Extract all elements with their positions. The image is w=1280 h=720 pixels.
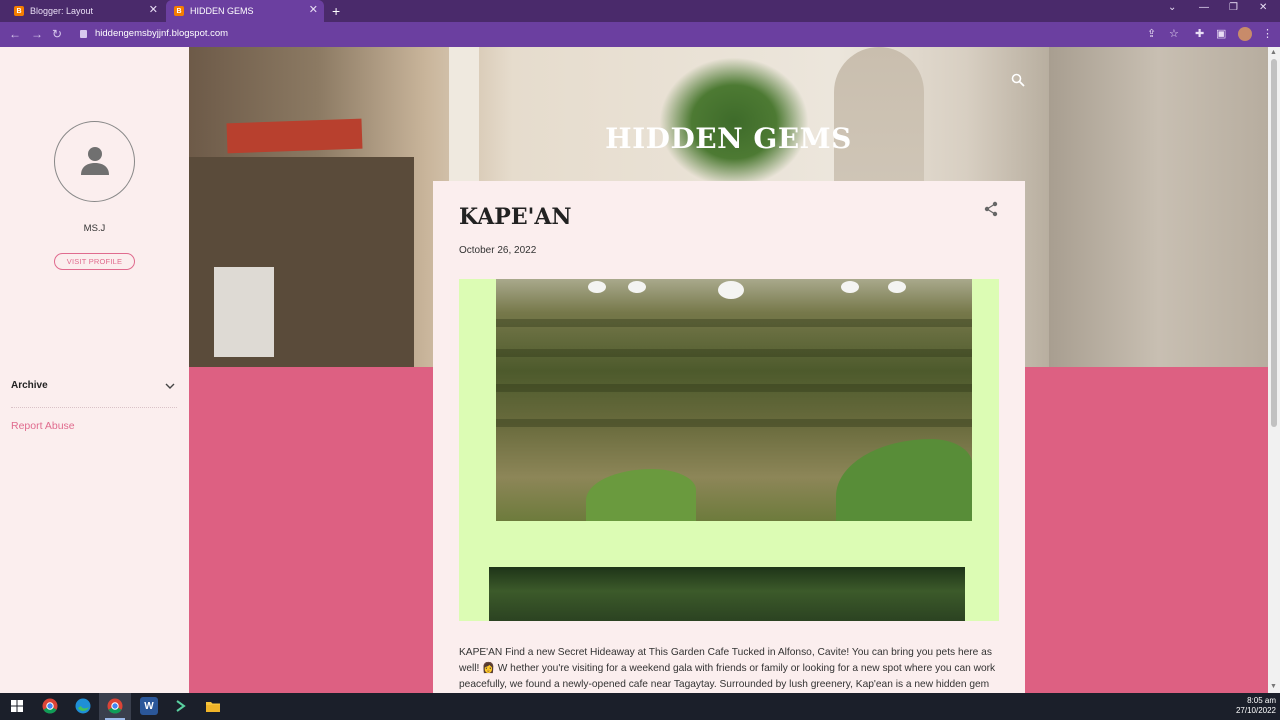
share-page-icon[interactable]: ⇪ [1147,27,1156,41]
lock-icon [80,29,87,38]
blog-title[interactable]: HIDDEN GEMS [189,122,1268,155]
address-bar[interactable]: hiddengemsbyjjnf.blogspot.com [80,28,228,39]
system-clock[interactable]: 8:05 am 27/10/2022 [1232,696,1276,716]
report-abuse-link[interactable]: Report Abuse [11,420,75,432]
extensions-icon[interactable]: ✚ [1195,27,1204,41]
clock-date: 27/10/2022 [1235,706,1276,715]
blog-page: MS.J VISIT PROFILE Archive Report Abuse … [0,47,1268,693]
chrome-profile-taskbar-button[interactable] [99,693,131,720]
tab-blogger-layout[interactable]: B Blogger: Layout ✕ [6,0,164,22]
windows-taskbar: W 8:05 am 27/10/2022 [0,693,1280,720]
profile-avatar[interactable] [54,121,135,202]
windows-start-icon[interactable] [8,697,26,715]
word-icon[interactable]: W [140,697,158,715]
close-window-button[interactable]: ✕ [1259,2,1267,13]
pond-photo [496,279,972,521]
tab-title: HIDDEN GEMS [190,6,254,16]
reload-icon[interactable]: ↻ [52,27,62,41]
scroll-down-arrow-icon[interactable]: ▼ [1270,683,1277,690]
blogger-icon: B [174,6,184,16]
share-icon[interactable] [984,201,998,217]
tab-search-icon[interactable]: ⌄ [1168,2,1176,13]
blog-post-card: KAPE'AN October 26, 2022 KAPE'AN Find a … [433,181,1025,693]
blog-sidebar: MS.J VISIT PROFILE Archive Report Abuse [0,47,189,693]
post-title[interactable]: KAPE'AN [459,204,572,230]
person-icon [81,147,109,175]
blogger-icon: B [14,6,24,16]
post-body-text: KAPE'AN Find a new Secret Hideaway at Th… [459,647,996,691]
chrome-icon [107,698,123,714]
post-image[interactable] [459,279,999,621]
edge-icon[interactable] [74,697,92,715]
tab-hidden-gems[interactable]: B HIDDEN GEMS ✕ [166,0,324,22]
post-date: October 26, 2022 [459,245,537,256]
scroll-up-arrow-icon[interactable]: ▲ [1270,49,1277,56]
archive-heading[interactable]: Archive [11,380,48,391]
profile-name: MS.J [83,223,106,234]
sidebar-divider [11,407,177,408]
chrome-icon[interactable] [41,697,59,715]
bookmark-star-icon[interactable]: ☆ [1169,27,1179,41]
back-icon[interactable]: ← [9,27,21,41]
close-tab-icon[interactable]: ✕ [309,5,318,16]
scrollbar-thumb[interactable] [1271,59,1277,427]
url-text: hiddengemsbyjjnf.blogspot.com [95,28,229,39]
new-tab-button[interactable]: + [332,3,340,19]
menu-kebab-icon[interactable]: ⋮ [1262,27,1273,41]
profile-avatar-icon[interactable] [1238,27,1252,41]
page-scrollbar[interactable]: ▲ ▼ [1268,47,1280,693]
garden-photo [489,567,965,621]
minimize-button[interactable]: — [1199,2,1209,13]
forward-icon[interactable]: → [31,27,43,41]
restore-button[interactable]: ❐ [1229,2,1238,13]
browser-toolbar: ← → ↻ hiddengemsbyjjnf.blogspot.com ⇪ ☆ … [0,22,1280,47]
file-explorer-icon[interactable] [204,697,222,715]
tab-title: Blogger: Layout [30,6,94,16]
terminal-icon[interactable] [172,697,190,715]
clock-time: 8:05 am [1247,696,1276,705]
search-icon[interactable] [1011,73,1025,87]
chevron-down-icon[interactable] [164,380,176,392]
visit-profile-button[interactable]: VISIT PROFILE [54,253,135,270]
close-tab-icon[interactable]: ✕ [149,5,158,16]
browser-tab-strip: B Blogger: Layout ✕ B HIDDEN GEMS ✕ + ⌄ … [0,0,1280,22]
side-panel-icon[interactable]: ▣ [1216,27,1226,41]
